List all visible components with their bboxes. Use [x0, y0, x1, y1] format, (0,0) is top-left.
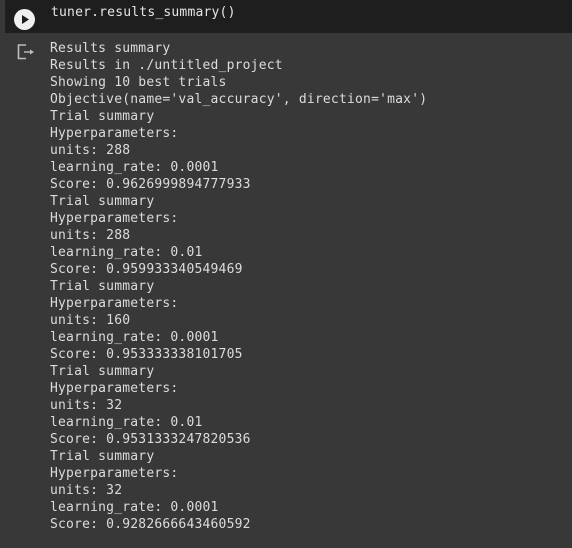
output-line: Hyperparameters:: [50, 381, 179, 396]
output-line: learning_rate: 0.01: [50, 245, 203, 260]
cell-output: Results summary Results in ./untitled_pro…: [50, 40, 427, 533]
code-cell[interactable]: tuner.results_summary(): [5, 0, 572, 33]
output-line: Trial summary: [50, 109, 155, 124]
output-line: learning_rate: 0.01: [50, 415, 203, 430]
output-line: units: 288: [50, 143, 131, 158]
output-line: Results in ./untitled_project: [50, 58, 283, 73]
output-line: Objective(name='val_accuracy', direction…: [50, 92, 428, 107]
output-line: Trial summary: [50, 364, 155, 379]
output-line: Score: 0.9282666643460592: [50, 517, 251, 532]
output-line: Trial summary: [50, 449, 155, 464]
output-line: Trial summary: [50, 279, 155, 294]
output-line: learning_rate: 0.0001: [50, 160, 219, 175]
code-input[interactable]: tuner.results_summary(): [51, 5, 236, 21]
output-line: units: 32: [50, 398, 123, 413]
output-line: units: 32: [50, 483, 123, 498]
output-line: Hyperparameters:: [50, 126, 179, 141]
output-redirect-icon[interactable]: [17, 44, 35, 60]
output-line: Hyperparameters:: [50, 296, 179, 311]
output-line: Showing 10 best trials: [50, 75, 227, 90]
play-icon: [22, 15, 29, 24]
run-cell-button[interactable]: [14, 9, 35, 30]
output-line: units: 288: [50, 228, 131, 243]
output-line: Score: 0.9626999894777933: [50, 177, 251, 192]
output-line: Score: 0.9531333247820536: [50, 432, 251, 447]
output-line: Trial summary: [50, 194, 155, 209]
output-line: learning_rate: 0.0001: [50, 330, 219, 345]
output-line: Score: 0.959933340549469: [50, 262, 243, 277]
output-line: units: 160: [50, 313, 131, 328]
output-line: learning_rate: 0.0001: [50, 500, 219, 515]
output-line: Results summary: [50, 41, 171, 56]
output-line: Hyperparameters:: [50, 466, 179, 481]
output-line: Hyperparameters:: [50, 211, 179, 226]
output-line: Score: 0.953333338101705: [50, 347, 243, 362]
